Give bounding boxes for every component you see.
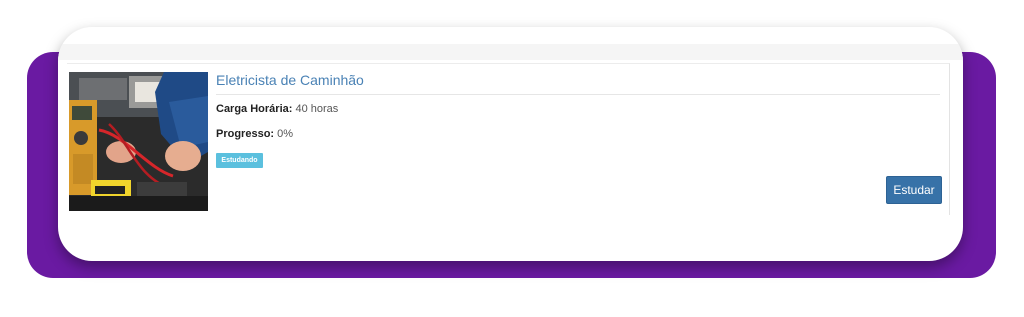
progress-label: Progresso: [216, 128, 275, 140]
card-header-bar [58, 44, 963, 60]
course-card: Eletricista de Caminhão Carga Horária: 4… [58, 27, 963, 261]
progress-line: Progresso: 0% [216, 128, 293, 140]
title-divider [216, 94, 940, 95]
thumbnail-illustration [69, 72, 208, 211]
progress-value: 0% [277, 128, 294, 140]
course-thumbnail[interactable] [69, 72, 208, 211]
workload-line: Carga Horária: 40 horas [216, 103, 338, 115]
course-title-link[interactable]: Eletricista de Caminhão [216, 72, 364, 88]
workload-label: Carga Horária: [216, 103, 293, 115]
workload-value: 40 horas [295, 103, 339, 115]
study-button[interactable]: Estudar [886, 176, 942, 204]
course-panel: Eletricista de Caminhão Carga Horária: 4… [67, 63, 950, 215]
stage: Eletricista de Caminhão Carga Horária: 4… [0, 0, 1024, 317]
status-badge: Estudando [216, 153, 263, 168]
